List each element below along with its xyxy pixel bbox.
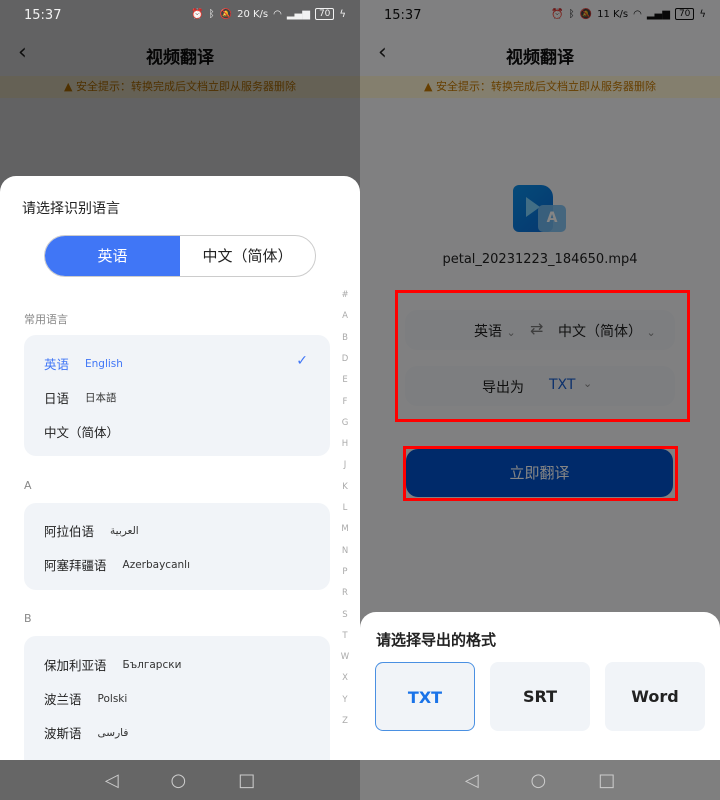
bluetooth-icon: ᛒ	[208, 8, 215, 20]
item-native: 日本語	[85, 392, 117, 404]
battery-level: 70	[314, 8, 335, 20]
list-item[interactable]: 波斯语 فارسی	[44, 723, 128, 742]
list-item[interactable]: 英语 English	[44, 354, 123, 373]
sheet-title: 请选择识别语言	[22, 201, 120, 217]
section-header: B	[24, 612, 32, 625]
language-toggle: 英语 中文（简体）	[44, 235, 316, 277]
index-letter[interactable]: E	[338, 375, 352, 385]
sheet-title: 请选择导出的格式	[376, 631, 497, 649]
item-label: 日语	[44, 391, 70, 406]
index-letter[interactable]: N	[338, 546, 352, 556]
item-native: Polski	[97, 692, 128, 705]
list-item[interactable]: 中文（简体）	[44, 422, 119, 441]
alarm-icon: ⏰	[191, 8, 204, 20]
index-letter[interactable]: J	[338, 460, 352, 470]
index-letter[interactable]: A	[338, 311, 352, 321]
index-letter[interactable]: K	[338, 482, 352, 492]
section-header: A	[24, 479, 32, 492]
index-letter[interactable]: X	[338, 673, 352, 683]
status-time: 15:37	[24, 8, 62, 23]
nav-home-icon[interactable]: ○	[171, 770, 187, 791]
index-letter[interactable]: M	[338, 524, 352, 534]
section-b-card: 保加利亚语 Български 波兰语 Polski 波斯语 فارسی	[24, 636, 330, 760]
item-label: 波兰语	[44, 692, 82, 707]
list-item[interactable]: 保加利亚语 Български	[44, 655, 181, 674]
item-native: Azerbaycanlı	[122, 558, 190, 571]
language-select-screen: 15:37 ⏰ᛒ🔕 20 K/s ◠▂▄▆ 70ϟ ‹ 视频翻译 ▲ 安全提示：…	[0, 0, 360, 800]
signal-icon: ▂▄▆	[286, 8, 310, 20]
item-label: 阿塞拜疆语	[44, 558, 107, 573]
format-word-button[interactable]: Word	[605, 662, 705, 731]
section-a-card: 阿拉伯语 العربية 阿塞拜疆语 Azerbaycanlı	[24, 503, 330, 590]
highlight-box	[395, 290, 690, 422]
index-letter[interactable]: T	[338, 631, 352, 641]
item-label: 中文（简体）	[44, 425, 120, 440]
index-letter[interactable]: F	[338, 397, 352, 407]
item-native: العربية	[110, 524, 139, 537]
list-item[interactable]: 阿拉伯语 العربية	[44, 521, 139, 540]
list-item[interactable]: 阿塞拜疆语 Azerbaycanlı	[44, 555, 190, 574]
index-letter[interactable]: Z	[338, 716, 352, 726]
index-letter[interactable]: #	[338, 290, 352, 300]
common-languages-card: 英语 English ✓ 日语 日本語 中文（简体）	[24, 335, 330, 456]
item-label: 阿拉伯语	[44, 524, 95, 539]
nav-back-icon[interactable]: ◁	[105, 770, 119, 791]
item-native: English	[85, 357, 123, 370]
index-letter[interactable]: D	[338, 354, 352, 364]
format-sheet: 请选择导出的格式 TXT SRT Word	[360, 612, 720, 760]
language-sheet: 请选择识别语言 英语 中文（简体） 常用语言 英语 English ✓ 日语 日本語…	[0, 176, 360, 760]
item-native: فارسی	[97, 726, 129, 739]
check-icon: ✓	[296, 353, 308, 369]
section-header: 常用语言	[24, 313, 68, 326]
charging-icon: ϟ	[339, 8, 346, 20]
nav-home-icon[interactable]: ○	[531, 770, 547, 791]
nav-bar: ◁ ○ □	[0, 760, 360, 800]
index-letter[interactable]: P	[338, 567, 352, 577]
item-label: 保加利亚语	[44, 658, 107, 673]
status-icons: ⏰ ᛒ 🔕 20 K/s ◠ ▂▄▆ 70 ϟ	[191, 8, 346, 20]
index-letter[interactable]: W	[338, 652, 352, 662]
item-native: Български	[122, 658, 182, 671]
tab-chinese[interactable]: 中文（简体）	[180, 236, 315, 276]
list-item[interactable]: 日语 日本語	[44, 388, 117, 407]
list-item[interactable]: 波兰语 Polski	[44, 689, 127, 708]
format-txt-button[interactable]: TXT	[375, 662, 475, 731]
item-label: 英语	[44, 357, 70, 372]
format-srt-button[interactable]: SRT	[490, 662, 590, 731]
tab-english[interactable]: 英语	[45, 236, 180, 276]
index-letter[interactable]: S	[338, 610, 352, 620]
index-letter[interactable]: G	[338, 418, 352, 428]
wifi-icon: ◠	[273, 8, 282, 20]
mute-icon: 🔕	[219, 8, 233, 20]
index-letter[interactable]: H	[338, 439, 352, 449]
video-translate-screen: 15:37 ⏰ ᛒ 🔕 11 K/s ◠ ▂▄▆ 70 ϟ ‹ 视频翻译 ▲ 安全提示：…	[360, 0, 720, 800]
item-label: 波斯语	[44, 726, 82, 741]
index-letter[interactable]: B	[338, 333, 352, 343]
nav-recent-icon[interactable]: □	[598, 770, 615, 791]
nav-bar: ◁ ○ □	[360, 760, 720, 800]
nav-recent-icon[interactable]: □	[238, 770, 255, 791]
index-letter[interactable]: R	[338, 588, 352, 598]
index-letter[interactable]: L	[338, 503, 352, 513]
index-letter[interactable]: Y	[338, 695, 352, 705]
highlight-box	[403, 446, 678, 501]
net-speed: 20 K/s	[237, 8, 269, 20]
nav-back-icon[interactable]: ◁	[465, 770, 479, 791]
